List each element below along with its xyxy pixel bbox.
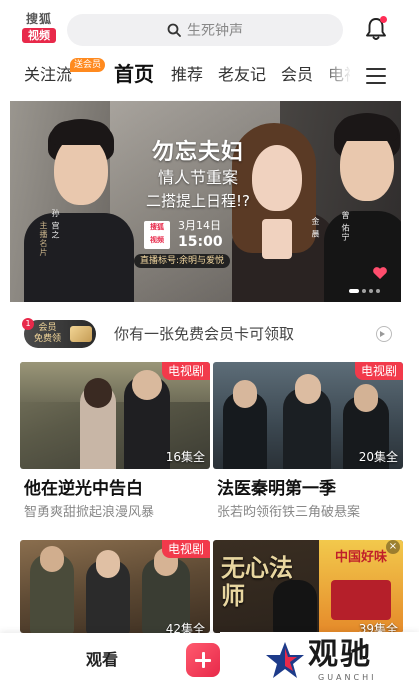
nav-watch[interactable]: 观看 xyxy=(86,649,118,671)
vip-badge-line1: 会员 xyxy=(38,323,57,333)
banner-name-left: 孙 宫之 xyxy=(51,209,60,240)
banner-mini-logo: 搜狐 视频 xyxy=(144,221,170,249)
video-card[interactable]: 无心法师 中国好味 39集全 xyxy=(213,540,403,633)
banner-date-day: 3月14日 xyxy=(178,219,221,232)
search-icon xyxy=(167,23,181,37)
banner-live-tag: 直播标号:余明与爱悦 xyxy=(134,254,231,268)
video-subtitle: 智勇爽甜掀起浪漫风暴 xyxy=(24,505,155,520)
banner-logo-text-2: 视频 xyxy=(150,236,164,244)
guanchi-watermark: 观驰 GUANCHI xyxy=(220,632,419,687)
search-bar[interactable]: 生死钟声 xyxy=(67,14,343,46)
banner-logo-text-1: 搜狐 xyxy=(150,223,164,231)
tab-home[interactable]: 首页 xyxy=(114,61,154,87)
video-card[interactable]: 电视剧 20集全 法医秦明第一季 张若昀领衔铁三角破悬案 xyxy=(213,362,403,527)
ad-text: 中国好味 xyxy=(334,550,387,565)
tabs-fade xyxy=(320,58,352,96)
vip-card-icon xyxy=(70,326,92,342)
banner-title-2: 情人节重案 xyxy=(157,168,238,187)
vip-badge-line2: 免费领 xyxy=(34,334,62,344)
notification-dot xyxy=(380,16,387,23)
top-header: 搜狐 视频 生死钟声 xyxy=(0,0,419,58)
vip-notice-text: 你有一张免费会员卡可领取 xyxy=(114,325,295,343)
channel-tabs: 关注流 送会员 首页 推荐 老友记 会员 电视 xyxy=(0,58,419,96)
sohu-video-logo[interactable]: 搜狐 视频 xyxy=(22,12,56,46)
banner-title-1: 勿忘夫妇 xyxy=(151,140,244,165)
plus-icon[interactable] xyxy=(186,643,220,677)
video-tag: 电视剧 xyxy=(354,362,403,380)
star-logo-icon xyxy=(266,642,304,678)
video-title: 他在逆光中告白 xyxy=(24,479,143,499)
heart-icon[interactable] xyxy=(372,266,388,280)
banner-person-right xyxy=(316,101,401,302)
watermark-cn: 观驰 xyxy=(308,637,372,672)
video-episodes: 16集全 xyxy=(165,450,205,464)
menu-icon[interactable] xyxy=(366,68,386,86)
tab-friends[interactable]: 老友记 xyxy=(218,64,266,86)
video-thumbnail: 电视剧 20集全 xyxy=(213,362,403,469)
banner-person-left xyxy=(10,101,140,302)
logo-text-bottom: 视频 xyxy=(22,28,56,43)
vip-badge: 1 会员 免费领 xyxy=(22,318,96,348)
banner-name-right: 曾 佑宁 xyxy=(341,211,350,242)
banner-date-time: 15:00 xyxy=(178,234,223,250)
hero-banner[interactable]: 勿忘夫妇 情人节重案 二搭提上日程!? 搜狐 视频 3月14日 15:00 直播… xyxy=(10,101,401,302)
banner-date: 搜狐 视频 3月14日 15:00 xyxy=(144,219,262,253)
banner-page-dots xyxy=(349,289,380,293)
vip-badge-count: 1 xyxy=(22,318,34,330)
banner-name-left-sub: 主播名片 xyxy=(39,221,48,257)
banner-name-middle: 金 晨 xyxy=(311,217,320,239)
tab-vip[interactable]: 会员 xyxy=(281,64,313,86)
notification-bell-icon[interactable] xyxy=(364,16,388,42)
search-placeholder: 生死钟声 xyxy=(187,23,243,39)
video-thumbnail: 电视剧 16集全 xyxy=(20,362,210,469)
video-card[interactable]: 电视剧 16集全 他在逆光中告白 智勇爽甜掀起浪漫风暴 xyxy=(20,362,210,527)
logo-text-top: 搜狐 xyxy=(25,12,52,26)
video-title: 法医秦明第一季 xyxy=(217,479,336,499)
video-tag: 电视剧 xyxy=(161,362,210,380)
chevron-right-icon[interactable] xyxy=(376,326,392,342)
banner-title-3: 二搭提上日程!? xyxy=(146,192,250,210)
video-episodes: 42集全 xyxy=(165,622,205,633)
watermark-en: GUANCHI xyxy=(318,673,377,682)
tab-follow[interactable]: 关注流 xyxy=(24,64,72,86)
tab-recommend[interactable]: 推荐 xyxy=(171,64,203,86)
video-subtitle: 张若昀领衔铁三角破悬案 xyxy=(217,505,361,520)
video-tag: 电视剧 xyxy=(161,540,210,558)
vip-badge-label: 会员 免费领 xyxy=(34,323,61,345)
video-card[interactable]: 电视剧 42集全 xyxy=(20,540,210,633)
close-icon[interactable]: × xyxy=(386,540,400,554)
vip-card-notice[interactable]: 1 会员 免费领 你有一张免费会员卡可领取 xyxy=(0,314,419,354)
video-thumbnail: 无心法师 中国好味 39集全 xyxy=(213,540,403,633)
video-thumbnail: 电视剧 42集全 xyxy=(20,540,210,633)
tab-badge: 送会员 xyxy=(70,58,106,72)
video-episodes: 20集全 xyxy=(358,450,398,464)
banner-headline: 勿忘夫妇 情人节重案 二搭提上日程!? xyxy=(128,139,268,211)
